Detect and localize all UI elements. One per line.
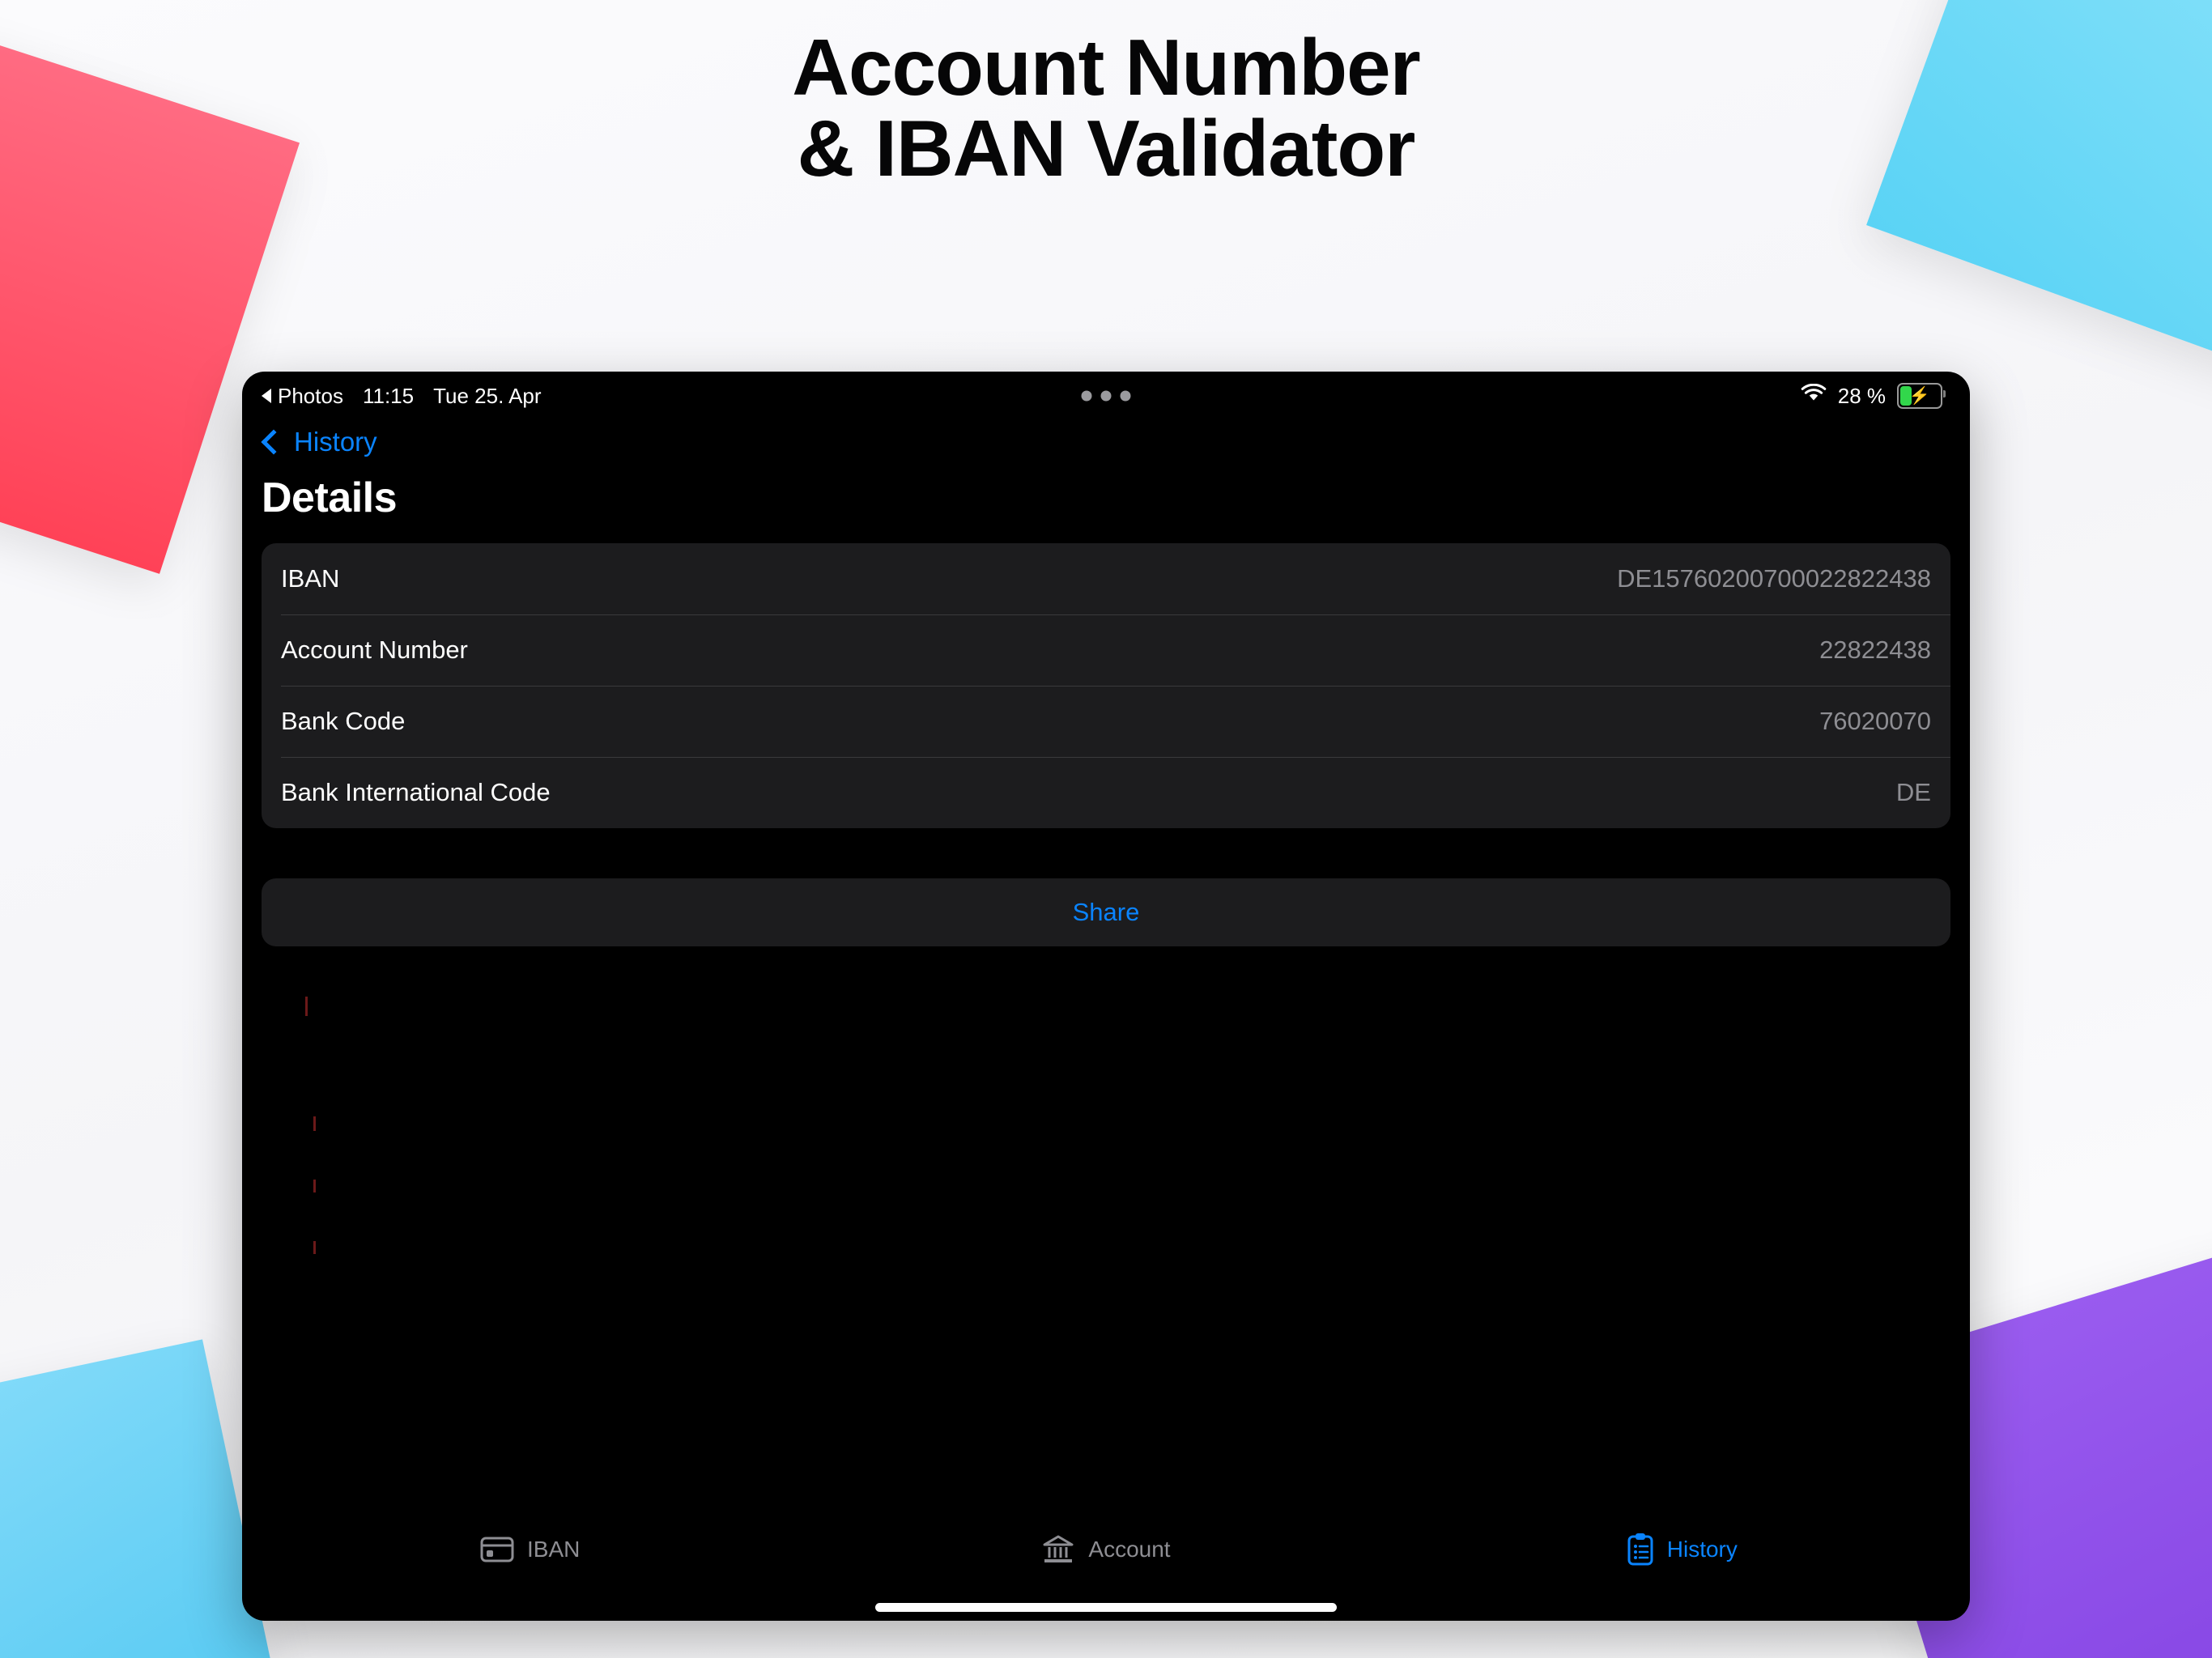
back-button-label: History [294,427,377,457]
decorative-shape-cyan-bottom-left [0,1339,283,1658]
row-label: IBAN [281,564,340,593]
chevron-left-icon [261,429,287,455]
share-button[interactable]: Share [262,878,1950,946]
row-value: 76020070 [1819,707,1931,735]
status-bar: Photos 11:15 Tue 25. Apr 28 % ⚡ [242,372,1970,420]
battery-charging-icon: ⚡ [1897,383,1946,409]
row-label: Bank International Code [281,778,551,806]
tab-bar: IBAN Account History [242,1506,1970,1593]
device-screenshot: Photos 11:15 Tue 25. Apr 28 % ⚡ History … [242,372,1970,1621]
multitasking-dots-icon[interactable] [1081,390,1131,402]
tab-label: History [1666,1537,1738,1562]
status-bar-date: Tue 25. Apr [433,383,542,408]
bank-building-icon [1041,1534,1075,1565]
artifact-mark [313,1180,316,1192]
empty-area [242,946,1970,1506]
tab-label: IBAN [526,1537,581,1562]
tab-history[interactable]: History [1394,1533,1970,1567]
artifact-mark [313,1116,316,1131]
details-content: IBAN DE15760200700022822438 Account Numb… [242,543,1970,1621]
back-triangle-icon [262,389,271,403]
tab-account[interactable]: Account [818,1534,1393,1565]
credit-card-icon [480,1536,514,1563]
row-value: 22822438 [1819,636,1931,664]
table-row[interactable]: Account Number 22822438 [262,614,1950,686]
page-title: Details [262,474,398,521]
status-bar-back-to-app[interactable]: Photos [262,384,343,409]
table-row[interactable]: Bank Code 76020070 [262,686,1950,757]
tab-label: Account [1088,1537,1171,1562]
back-button[interactable]: History [242,420,1970,457]
battery-percent-label: 28 % [1837,383,1886,408]
artifact-mark [313,1241,316,1254]
promo-headline: Account Number & IBAN Validator [792,23,1421,193]
status-bar-app-name: Photos [278,383,343,408]
row-value: DE [1895,778,1931,806]
row-label: Account Number [281,636,468,664]
details-card: IBAN DE15760200700022822438 Account Numb… [262,543,1950,828]
wifi-icon [1801,383,1827,409]
home-indicator[interactable] [242,1593,1970,1621]
artifact-mark [305,997,308,1016]
clipboard-list-icon [1627,1533,1654,1567]
table-row[interactable]: IBAN DE15760200700022822438 [262,543,1950,614]
status-bar-time: 11:15 [362,383,415,408]
row-label: Bank Code [281,707,406,735]
table-row[interactable]: Bank International Code DE [262,757,1950,828]
tab-iban[interactable]: IBAN [242,1536,818,1563]
row-value: DE15760200700022822438 [1617,564,1931,593]
